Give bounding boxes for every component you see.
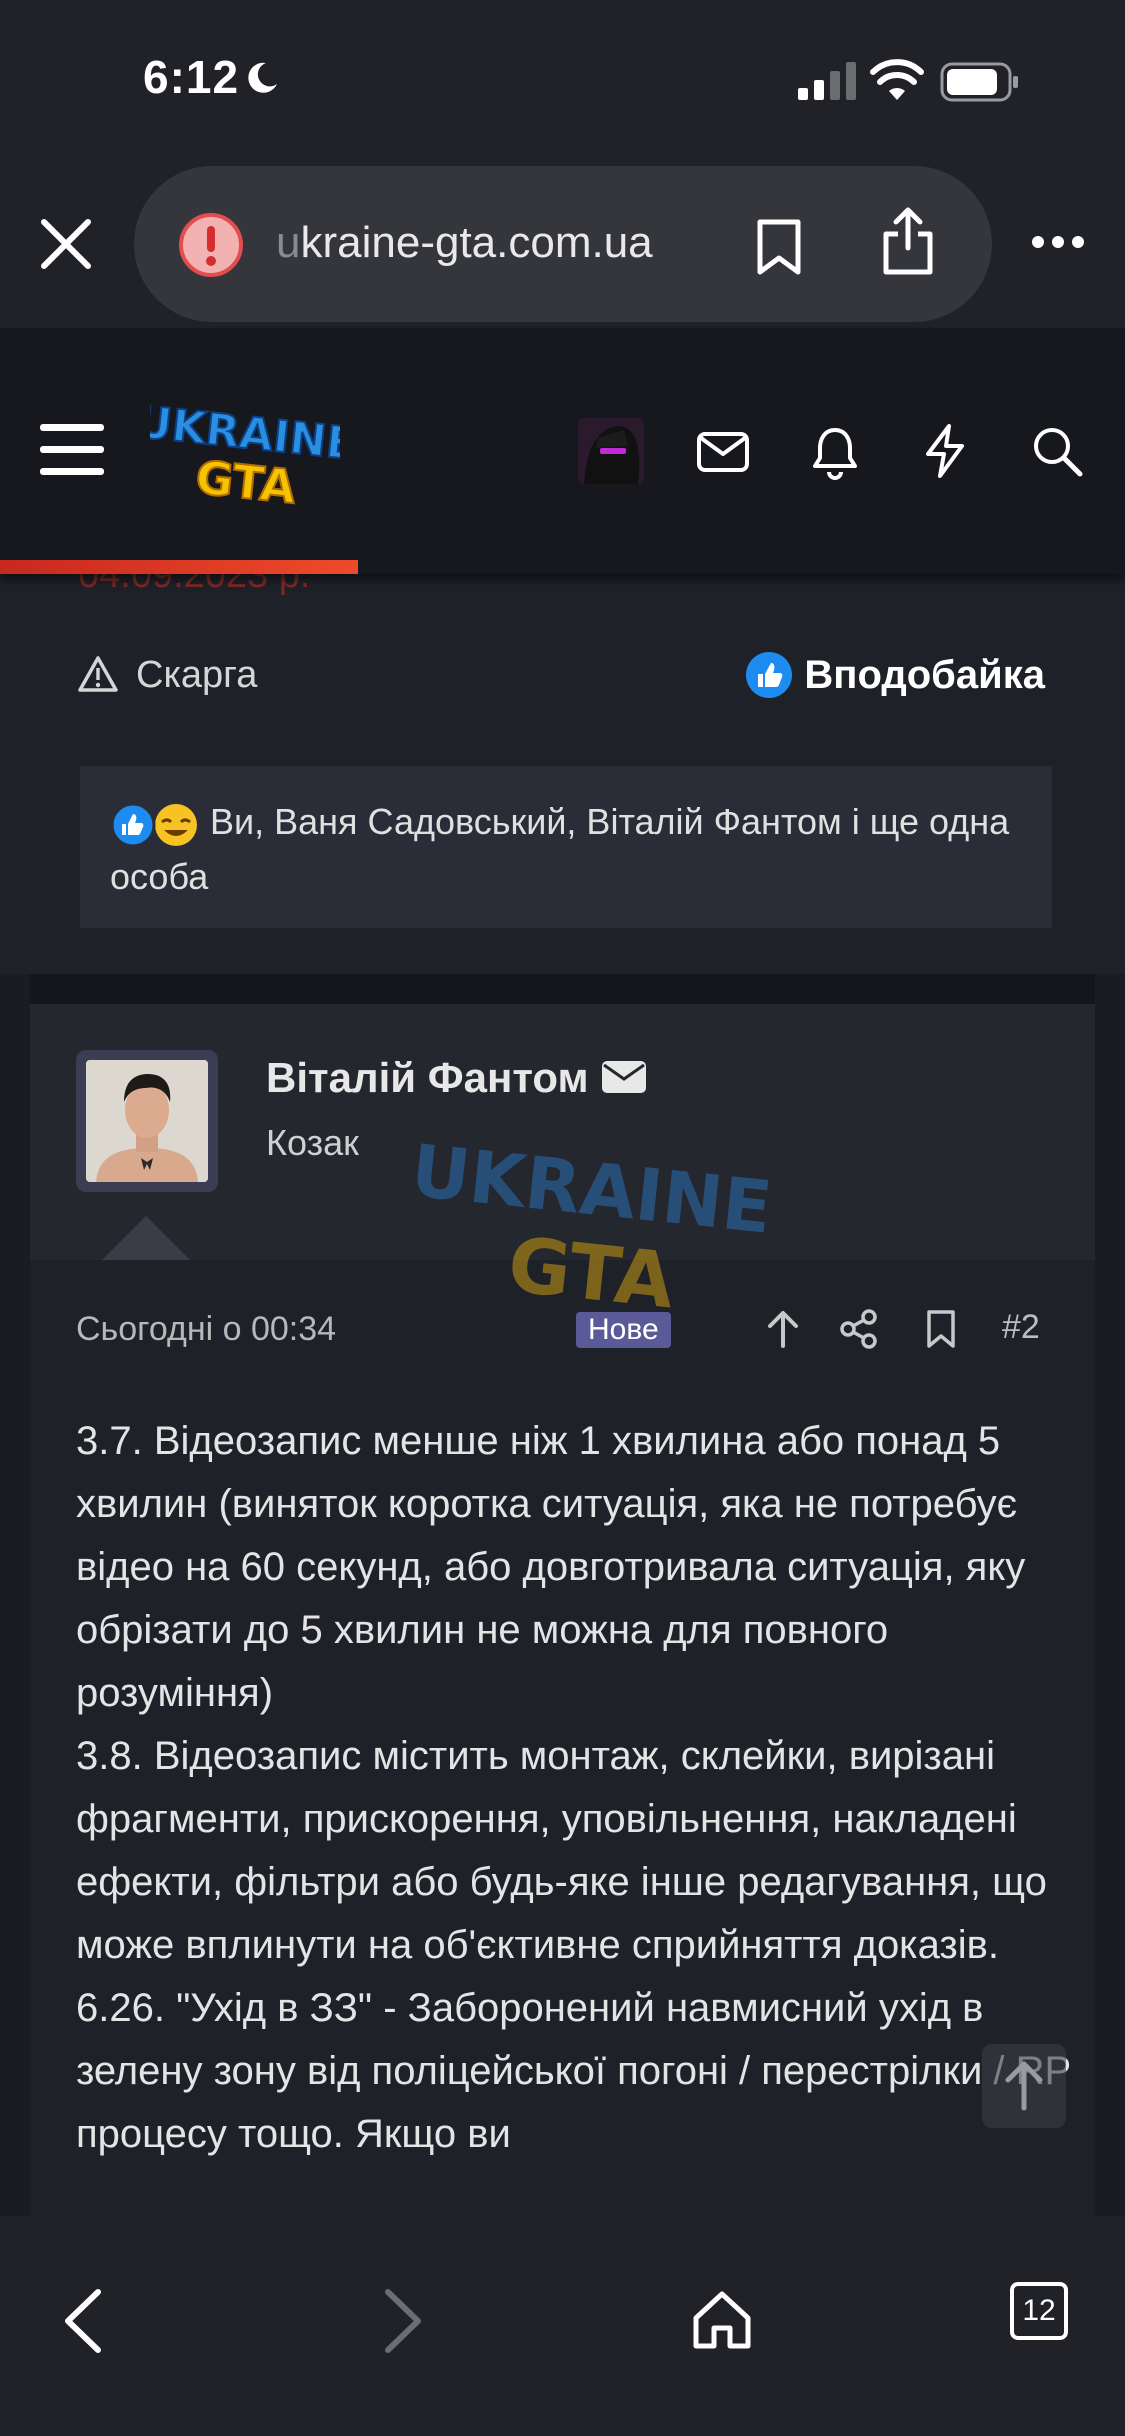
watermark-logo: UKRAINE GTA (410, 1134, 770, 1326)
avatar-pointer (102, 1216, 190, 1260)
scroll-to-top-button[interactable] (982, 2044, 1066, 2128)
post-paragraph: 3.8. Відеозапис містить монтаж, склейки,… (76, 1734, 1047, 1967)
thumbs-up-icon (746, 652, 793, 698)
bell-icon[interactable] (806, 422, 864, 480)
bookmark-post-icon[interactable] (920, 1308, 962, 1350)
post-separator (30, 974, 1095, 1004)
post-paragraph: 6.26. "Ухід в ЗЗ" - Заборонений навмисни… (76, 1986, 1071, 2156)
like-button[interactable]: Вподобайка (746, 652, 1045, 698)
home-icon[interactable] (690, 2288, 754, 2352)
envelope-icon[interactable] (601, 1060, 647, 1094)
author-name-text: Віталій Фантом (266, 1054, 589, 1101)
address-bar[interactable]: ukraine-gta.com.ua (134, 166, 992, 322)
post-header: Віталій Фантом Козак UKRAINE GTA (30, 1004, 1095, 1326)
url-domain: kraine-gta.com.ua (300, 218, 653, 267)
report-button[interactable]: Скарга (78, 654, 257, 697)
site-logo[interactable]: UKRAINE GTA (150, 400, 340, 510)
reactions-text: Ви, Ваня Садовський, Віталій Фантом і ще… (110, 801, 1010, 897)
battery-icon (940, 62, 1018, 102)
tabs-icon[interactable]: 12 (1010, 2282, 1068, 2340)
status-bar: 6:12 (0, 0, 1125, 160)
more-icon[interactable] (1030, 232, 1086, 252)
menu-icon[interactable] (40, 420, 104, 480)
site-header: UKRAINE GTA (0, 328, 1125, 574)
author-name[interactable]: Віталій Фантом (266, 1054, 647, 1102)
reactions-summary[interactable]: Ви, Ваня Садовський, Віталій Фантом і ще… (80, 766, 1052, 928)
scroll-progress-bar (0, 560, 358, 574)
arrow-up-icon (1005, 2061, 1043, 2111)
search-icon[interactable] (1028, 422, 1086, 480)
warning-triangle-icon (78, 656, 118, 692)
moon-icon (248, 62, 277, 93)
post-paragraph: 3.7. Відеозапис менше ніж 1 хвилина або … (76, 1419, 1026, 1715)
previous-post-footer: 04.09.2023 р. Скарга Вподобайка Ви, Ваня… (0, 554, 1125, 974)
share-icon[interactable] (880, 206, 936, 276)
like-label: Вподобайка (804, 653, 1045, 697)
browser-bar: ukraine-gta.com.ua (0, 160, 1125, 328)
forward-icon[interactable] (380, 2288, 426, 2354)
bookmark-icon[interactable] (754, 218, 804, 276)
avatar[interactable] (578, 418, 644, 484)
browser-toolbar: 12 (0, 2216, 1125, 2436)
back-icon[interactable] (60, 2288, 106, 2354)
post-number[interactable]: #2 (1002, 1308, 1040, 1347)
status-time: 6:12 (143, 51, 240, 103)
author-avatar[interactable] (76, 1050, 218, 1192)
close-icon[interactable] (40, 218, 92, 270)
author-rank: Козак (266, 1122, 359, 1163)
wifi-icon (870, 59, 924, 100)
author-avatar-image (86, 1060, 208, 1182)
url-text[interactable]: ukraine-gta.com.ua (276, 218, 653, 268)
warning-icon[interactable] (176, 210, 246, 280)
post-body: Сьогодні о 00:34 Нове #2 3.7. Відеозапис… (30, 1260, 1095, 2260)
signal-icon (798, 62, 856, 100)
share-nodes-icon[interactable] (838, 1308, 880, 1350)
report-label: Скарга (136, 654, 258, 696)
mail-icon[interactable] (694, 422, 752, 480)
lightning-icon[interactable] (916, 422, 974, 480)
logo-line2: GTA (193, 450, 299, 510)
url-prefix: u (276, 218, 301, 267)
watermark-line2: GTA (504, 1220, 678, 1326)
post-content: 3.7. Відеозапис менше ніж 1 хвилина або … (76, 1410, 1086, 2166)
post-date[interactable]: Сьогодні о 00:34 (76, 1310, 336, 1349)
